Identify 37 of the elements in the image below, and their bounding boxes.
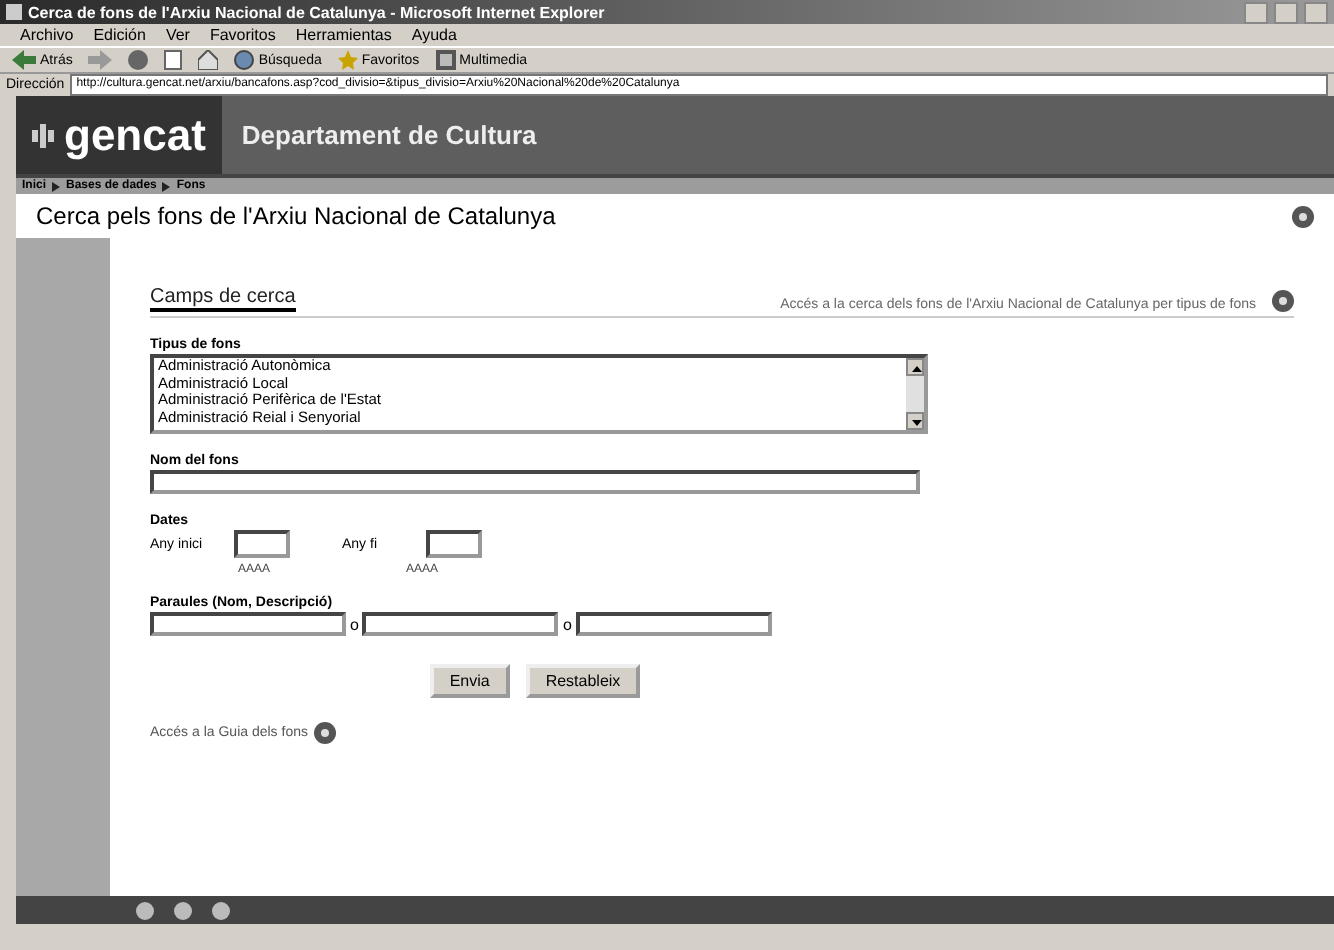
menu-item[interactable]: Ver xyxy=(165,26,190,44)
year-field[interactable] xyxy=(426,530,482,558)
scrollbar[interactable] xyxy=(906,358,924,430)
form-button[interactable]: Restableix xyxy=(525,664,641,698)
globe-icon xyxy=(234,50,255,70)
menu-item[interactable]: Herramientas xyxy=(295,26,392,44)
menu-item[interactable]: Favoritos xyxy=(209,26,276,44)
window-title: Cerca de fons de l'Arxiu Nacional de Catalunya - Microsoft Internet Explorer xyxy=(28,3,607,21)
scroll-down-button[interactable] xyxy=(906,412,924,430)
menu-item[interactable]: Archivo xyxy=(20,26,74,44)
section-title: Camps de cerca xyxy=(150,286,296,312)
page-title: Cerca pels fons de l'Arxiu Nacional de Catalunya xyxy=(36,202,558,230)
scroll-up-button[interactable] xyxy=(906,358,924,376)
logo-mark-icon xyxy=(32,123,56,147)
film-icon xyxy=(435,50,456,70)
fund-name-field[interactable] xyxy=(150,470,920,494)
year-field[interactable] xyxy=(234,530,290,558)
triangle-icon xyxy=(162,181,171,191)
logo-text: gencat xyxy=(64,109,206,161)
house-icon[interactable] xyxy=(198,50,219,70)
keyword-field[interactable] xyxy=(575,612,772,636)
star-icon xyxy=(337,50,358,70)
stop-icon[interactable] xyxy=(128,50,149,70)
separator-text: o xyxy=(350,615,359,633)
keyword-field[interactable] xyxy=(150,612,346,636)
back-arrow-icon[interactable] xyxy=(12,50,36,70)
menu-item[interactable]: Ayuda xyxy=(411,26,457,44)
triangle-icon xyxy=(52,181,61,191)
page-icon[interactable] xyxy=(164,50,183,70)
form-button[interactable]: Envia xyxy=(429,664,510,698)
keyword-field[interactable] xyxy=(362,612,559,636)
help-icon[interactable] xyxy=(1292,205,1314,227)
menu-item[interactable]: Edición xyxy=(93,26,146,44)
browser-icon xyxy=(6,4,22,20)
department-title: Departament de Cultura xyxy=(241,120,539,150)
separator-text: o xyxy=(562,615,572,633)
logo-panel[interactable]: gencat xyxy=(16,96,222,174)
